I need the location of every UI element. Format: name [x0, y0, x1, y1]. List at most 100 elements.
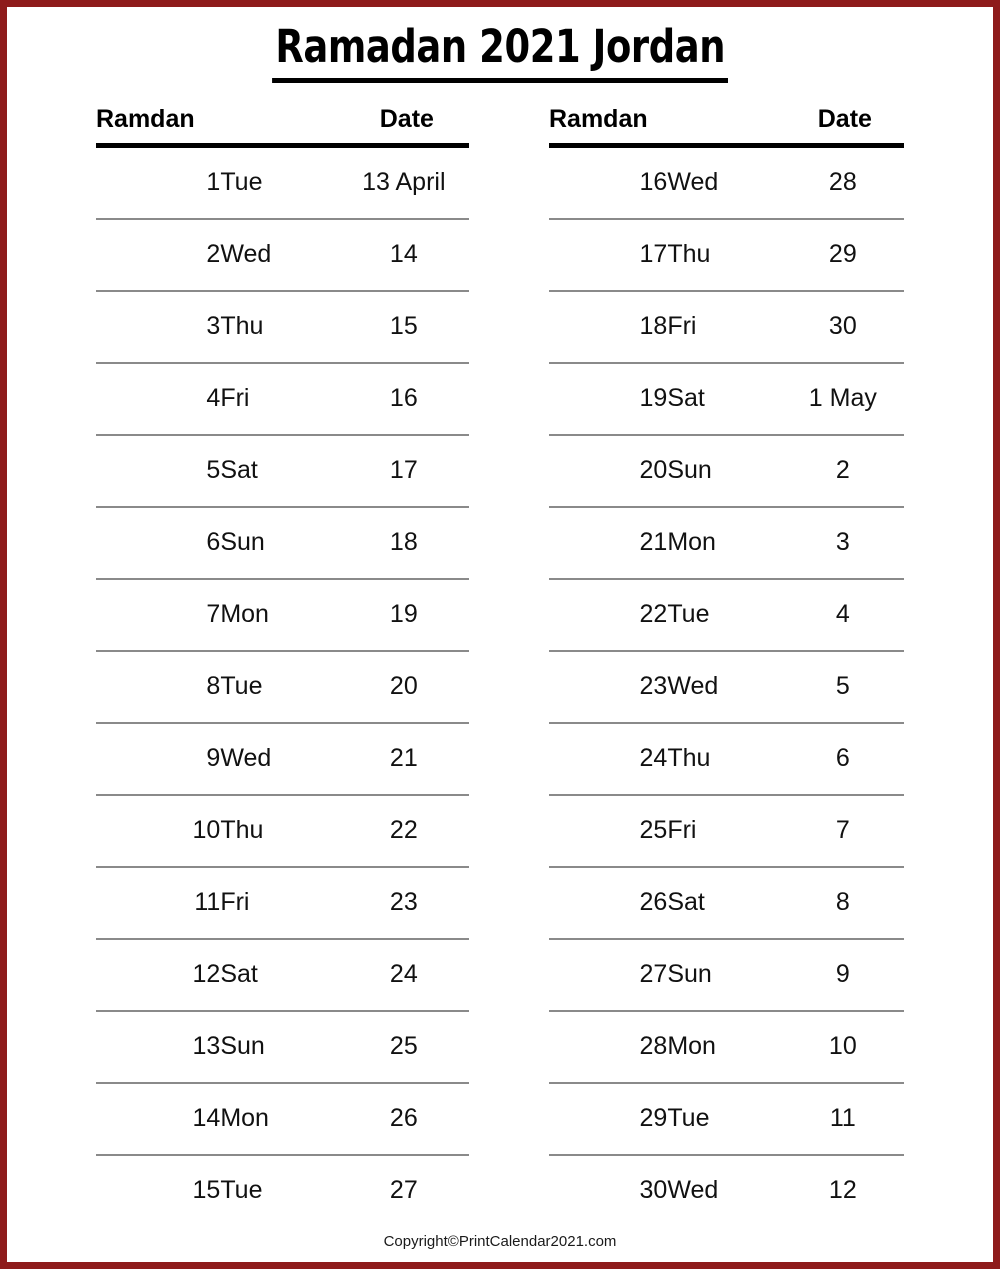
ramadan-day-number: 8 — [96, 650, 221, 724]
weekday-name: Fri — [667, 290, 786, 364]
ramadan-day-number: 18 — [549, 290, 668, 364]
ramadan-day-number: 15 — [192, 1176, 221, 1205]
gregorian-date: 4 — [785, 578, 904, 652]
ramadan-day-number: 9 — [96, 722, 221, 796]
gregorian-date: 14 — [344, 218, 469, 292]
gregorian-date: 30 — [785, 290, 904, 364]
table-row: 3 Thu 15 — [96, 290, 469, 364]
table-row: 11 Fri 23 — [96, 866, 469, 940]
ramadan-day-number: 21 — [549, 506, 668, 580]
table-header-row: Ramdan Date — [96, 104, 469, 148]
ramadan-day-number: 20 — [549, 434, 668, 508]
table-row: 1 Tue 13 April — [96, 145, 469, 220]
weekday-name: Thu — [667, 218, 786, 292]
ramadan-day-number: 22 — [549, 578, 668, 652]
ramadan-day-number: 13 — [96, 1010, 221, 1084]
ramadan-day-number: 26 — [549, 866, 668, 940]
table-row: 16 Wed 28 — [549, 145, 904, 220]
weekday-name: Mon — [220, 578, 345, 652]
ramadan-day-number: 2 — [96, 218, 221, 292]
gregorian-date: 2 — [785, 434, 904, 508]
gregorian-date: 28 — [785, 145, 904, 220]
gregorian-date: 21 — [344, 722, 469, 796]
weekday-name: Tue — [220, 1176, 263, 1205]
weekday-name: Sat — [667, 866, 786, 940]
table-row: 23 Wed 5 — [549, 650, 904, 724]
table-header-row: Ramdan Date — [549, 104, 904, 148]
ramadan-day-number: 11 — [96, 866, 221, 940]
table-row: 5 Sat 17 — [96, 434, 469, 508]
gregorian-date: 29 — [785, 218, 904, 292]
weekday-name: Sun — [220, 1010, 345, 1084]
copyright-footer: Copyright©PrintCalendar2021.com — [383, 1233, 617, 1250]
weekday-name: Wed — [667, 650, 786, 724]
weekday-name: Wed — [667, 145, 786, 220]
table-body-right: 16 Wed 28 17 Thu 29 18 Fri 30 19 Sat 1 May 20 Sun 2 21 M… — [549, 145, 904, 1226]
ramadan-day-number: 17 — [549, 218, 668, 292]
weekday-name: Sun — [667, 938, 786, 1012]
table-row: 19 Sat 1 May — [549, 362, 904, 436]
ramadan-day-number: 23 — [549, 650, 668, 724]
title-area: Ramadan 2021 Jordan — [7, 7, 993, 83]
weekday-name: Fri — [220, 362, 345, 436]
table-row: 9 Wed 21 — [96, 722, 469, 796]
gregorian-date: 11 — [785, 1082, 904, 1156]
table-row: 28 Mon 10 — [549, 1010, 904, 1084]
table-row: 27 Sun 9 — [549, 938, 904, 1012]
ramadan-table-right: Ramdan Date 16 Wed 28 17 Thu 29 18 Fri 30 19 Sat 1 … — [549, 104, 904, 1226]
weekday-name: Sun — [220, 506, 345, 580]
weekday-name: Sat — [220, 938, 345, 1012]
ramadan-day-number: 6 — [96, 506, 221, 580]
gregorian-date: 5 — [785, 650, 904, 724]
weekday-name: Tue — [220, 145, 345, 220]
ramadan-day-number: 14 — [96, 1082, 221, 1156]
ramadan-day-number: 19 — [549, 362, 668, 436]
calendar-columns: Ramdan Date 1 Tue 13 April 2 Wed 14 3 Thu 15 4 Fri… — [7, 104, 993, 1226]
ramadan-day-number: 24 — [549, 722, 668, 796]
table-row: 18 Fri 30 — [549, 290, 904, 364]
ramadan-day-number: 16 — [549, 145, 668, 220]
gregorian-date: 8 — [785, 866, 904, 940]
ramadan-day-number: 10 — [96, 794, 221, 868]
ramadan-table-left: Ramdan Date 1 Tue 13 April 2 Wed 14 3 Thu 15 4 Fri… — [96, 104, 469, 1226]
table-body-left: 1 Tue 13 April 2 Wed 14 3 Thu 15 4 Fri 16 5 Sat 17 6 Sun… — [96, 145, 469, 1226]
table-row: 2 Wed 14 — [96, 218, 469, 292]
gregorian-date: 18 — [344, 506, 469, 580]
column-header-date: Date — [785, 104, 904, 148]
weekday-name: Thu — [220, 794, 345, 868]
gregorian-date: 23 — [344, 866, 469, 940]
table-row: 20 Sun 2 — [549, 434, 904, 508]
table-row: 15 Tue 27 — [96, 1155, 469, 1226]
weekday-name: Fri — [667, 794, 786, 868]
gregorian-date: 26 — [344, 1082, 469, 1156]
gregorian-date: 17 — [344, 434, 469, 508]
gregorian-date: 20 — [344, 650, 469, 724]
weekday-name: Sun — [667, 434, 786, 508]
table-row: 12 Sat 24 — [96, 938, 469, 1012]
gregorian-date: 16 — [344, 362, 469, 436]
weekday-name: Wed — [220, 722, 345, 796]
table-row: 10 Thu 22 — [96, 794, 469, 868]
calendar-page: Ramadan 2021 Jordan Ramdan Date 1 Tue 13 A… — [0, 0, 1000, 1269]
weekday-name: Mon — [667, 506, 786, 580]
gregorian-date: 12 — [828, 1176, 857, 1205]
gregorian-date: 3 — [785, 506, 904, 580]
weekday-name: Sat — [667, 362, 786, 436]
gregorian-date: 22 — [344, 794, 469, 868]
gregorian-date: 1 May — [785, 362, 904, 436]
weekday-name: Wed — [220, 218, 345, 292]
table-row: 26 Sat 8 — [549, 866, 904, 940]
ramadan-day-number: 28 — [549, 1010, 668, 1084]
table-row: 21 Mon 3 — [549, 506, 904, 580]
ramadan-day-number: 12 — [96, 938, 221, 1012]
table-row: 30 Wed 12 — [549, 1155, 904, 1226]
table-row: 24 Thu 6 — [549, 722, 904, 796]
ramadan-day-number: 25 — [549, 794, 668, 868]
table-row: 25 Fri 7 — [549, 794, 904, 868]
gregorian-date: 9 — [785, 938, 904, 1012]
gregorian-date: 7 — [785, 794, 904, 868]
table-row: 22 Tue 4 — [549, 578, 904, 652]
column-header-ramdan: Ramdan — [96, 104, 345, 148]
gregorian-date: 19 — [344, 578, 469, 652]
table-row: 13 Sun 25 — [96, 1010, 469, 1084]
